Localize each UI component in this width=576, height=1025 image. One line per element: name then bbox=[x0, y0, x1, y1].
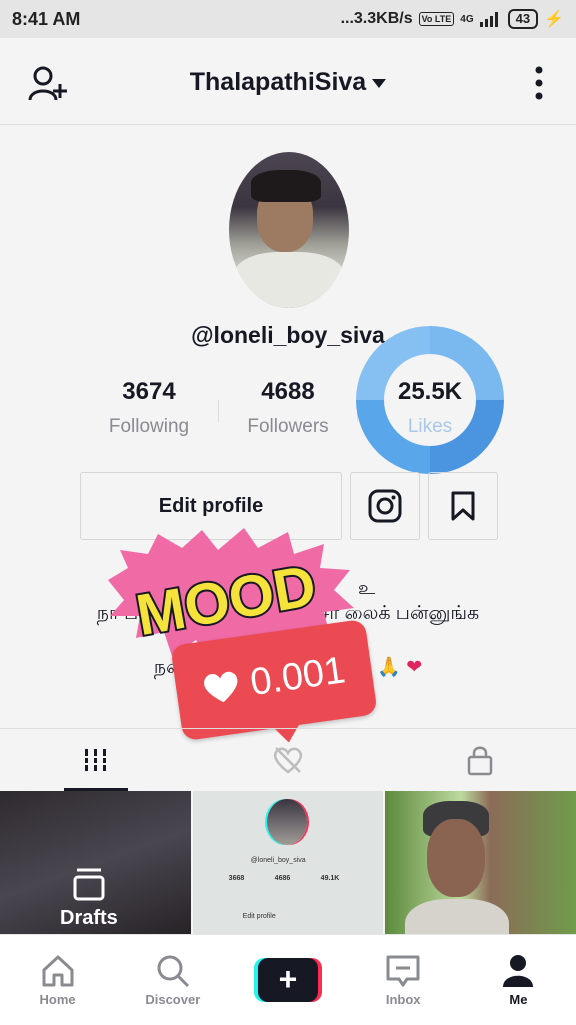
more-vertical-icon bbox=[535, 66, 543, 100]
thumb-avatar bbox=[266, 799, 307, 845]
thumb-stat-3: 49.1K bbox=[320, 875, 340, 882]
following-label: Following bbox=[108, 416, 190, 437]
following-count: 3674 bbox=[122, 378, 176, 405]
profile-handle: @loneli_boy_siva bbox=[191, 322, 385, 348]
avatar-hair bbox=[251, 170, 321, 202]
tab-liked[interactable] bbox=[192, 729, 384, 791]
video-thumbnail[interactable] bbox=[385, 791, 576, 936]
nav-home-label: Home bbox=[39, 991, 76, 1007]
heart-icon bbox=[204, 671, 238, 703]
nav-home[interactable]: Home bbox=[0, 935, 115, 1025]
likes-label: Likes bbox=[407, 416, 453, 437]
grid-icon bbox=[83, 749, 109, 771]
video-thumbnail[interactable]: @loneli_boy_siva 3668 4686 49.1K Edit pr… bbox=[192, 791, 384, 936]
status-bar: 8:41 AM ...3.3KB/s Vo LTE 4G 43 ⚡ bbox=[0, 0, 576, 38]
chevron-down-icon bbox=[372, 79, 387, 88]
instagram-button[interactable] bbox=[350, 472, 420, 540]
bio-fragment: உ bbox=[358, 578, 376, 599]
network-speed: ...3.3KB/s bbox=[340, 10, 413, 27]
bookmark-icon bbox=[451, 491, 475, 521]
person-icon bbox=[503, 954, 534, 987]
charging-icon: ⚡ bbox=[544, 11, 564, 28]
home-icon bbox=[42, 955, 74, 986]
nav-discover[interactable]: Discover bbox=[115, 935, 230, 1025]
volte-badge: Vo LTE bbox=[418, 12, 455, 26]
stat-following[interactable]: 3674 Following bbox=[80, 378, 218, 438]
drafts-tile: Drafts bbox=[60, 867, 118, 930]
followers-label: Followers bbox=[247, 416, 329, 437]
tab-private[interactable] bbox=[384, 729, 576, 791]
thumb-person bbox=[405, 801, 510, 936]
thumb-handle: @loneli_boy_siva bbox=[250, 857, 306, 864]
account-switcher[interactable]: ThalapathiSiva bbox=[189, 67, 387, 97]
status-time: 8:41 AM bbox=[12, 8, 81, 29]
nav-discover-label: Discover bbox=[145, 991, 201, 1007]
search-icon bbox=[157, 955, 189, 987]
video-grid: Drafts @loneli_boy_siva 3668 4686 49.1K … bbox=[0, 791, 576, 936]
favorites-button[interactable] bbox=[428, 472, 498, 540]
nav-create[interactable]: + bbox=[230, 935, 345, 1025]
add-user-icon bbox=[28, 66, 67, 101]
header-username: ThalapathiSiva bbox=[189, 67, 367, 96]
more-options-button[interactable] bbox=[534, 66, 544, 100]
nav-me-label: Me bbox=[509, 991, 528, 1007]
likes-count: 25.5K bbox=[397, 378, 463, 405]
nav-inbox[interactable]: Inbox bbox=[346, 935, 461, 1025]
drafts-icon bbox=[73, 868, 105, 901]
thumb-edit: Edit profile bbox=[242, 913, 276, 920]
thumb-stat-1: 3668 bbox=[228, 875, 245, 882]
pray-emoji: 🙏 bbox=[377, 657, 401, 678]
thumb-stat-2: 4686 bbox=[274, 875, 291, 882]
profile-header: ThalapathiSiva bbox=[0, 40, 576, 125]
create-plus-icon: + bbox=[254, 958, 322, 1002]
hidden-heart-icon bbox=[273, 747, 303, 774]
network-type: 4G bbox=[460, 13, 474, 25]
nav-inbox-label: Inbox bbox=[385, 991, 421, 1007]
stat-likes[interactable]: 25.5K Likes bbox=[356, 378, 504, 438]
instagram-icon bbox=[368, 489, 402, 523]
add-friend-button[interactable] bbox=[28, 66, 68, 102]
battery-indicator: 43 bbox=[507, 9, 539, 29]
drafts-label: Drafts bbox=[60, 907, 118, 929]
heart-emoji: ❤ bbox=[406, 657, 423, 678]
content-tabs bbox=[0, 728, 576, 791]
inbox-icon bbox=[386, 955, 420, 986]
bottom-nav: Home Discover + Inbox Me bbox=[0, 934, 576, 1025]
followers-count: 4688 bbox=[261, 378, 315, 405]
drafts-thumbnail[interactable]: Drafts bbox=[0, 791, 191, 936]
tab-videos[interactable] bbox=[0, 729, 192, 791]
lock-icon bbox=[467, 746, 493, 776]
status-icons: ...3.3KB/s Vo LTE 4G 43 ⚡ bbox=[341, 9, 564, 29]
avatar[interactable] bbox=[229, 152, 349, 308]
nav-me[interactable]: Me bbox=[461, 935, 576, 1025]
signal-icon bbox=[479, 12, 498, 27]
counter-value: 0.001 bbox=[247, 648, 348, 704]
avatar-shirt bbox=[233, 252, 345, 308]
stat-followers[interactable]: 4688 Followers bbox=[219, 378, 357, 438]
